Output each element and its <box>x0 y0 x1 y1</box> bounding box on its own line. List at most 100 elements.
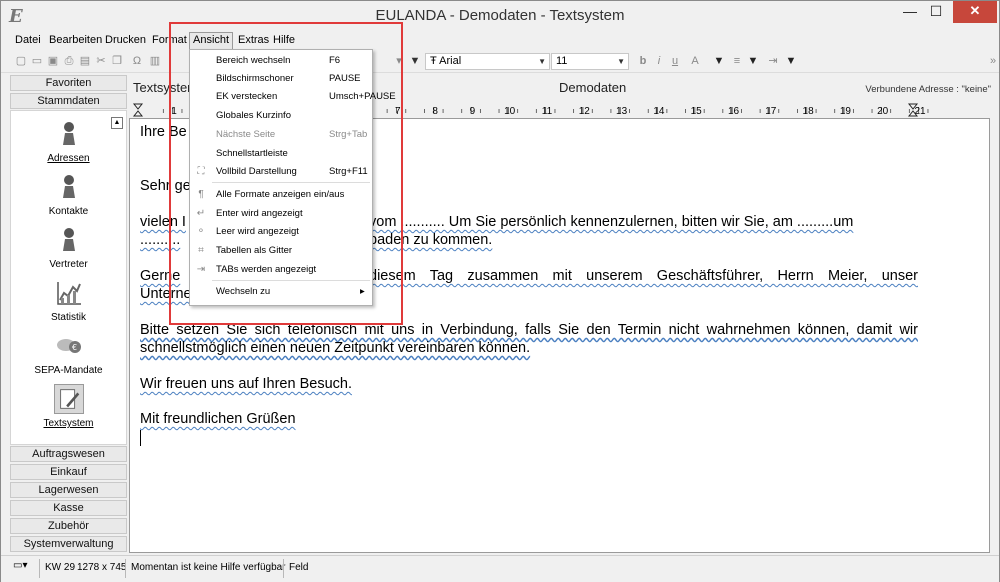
menu-datei[interactable]: Datei <box>13 34 43 46</box>
cut-icon[interactable]: ✂ <box>95 55 107 68</box>
left-margin-marker-icon[interactable] <box>132 103 144 117</box>
ruler-number: 17 <box>765 106 777 117</box>
dropdown-arrow-icon[interactable]: ▼ <box>785 55 797 68</box>
font-color-icon[interactable]: A <box>689 55 701 68</box>
text-fragment: Mit freundlichen Grüßen <box>140 411 296 427</box>
ruler-number: 11 <box>542 106 553 117</box>
group-favoriten[interactable]: Favoriten <box>10 75 127 91</box>
status-bar: ▭▾ KW 29 1278 x 745 Momentan ist keine H… <box>1 555 999 582</box>
ruler-number: 19 <box>840 106 852 117</box>
nav-kontakte-label: Kontakte <box>48 206 89 217</box>
toolbar: ▢ ▭ ▣ ⎙ ▤ ✂ ❐ Ω ▥ ▾ ▼ Ŧ Arial ▼ 11 ▼ b i… <box>1 51 999 73</box>
text-paragraph: Bitte setzen Sie sich telefonisch mit un… <box>140 322 918 356</box>
highlight-box <box>169 22 403 325</box>
status-separator <box>283 559 284 578</box>
menu-bearbeiten[interactable]: Bearbeiten <box>47 34 104 46</box>
ruler-number: 8 <box>432 106 438 117</box>
align-dropdown-icon[interactable]: ▼ <box>713 55 725 68</box>
nav-sepa-mandate-label: SEPA-Mandate <box>34 365 103 376</box>
chess-pawn-icon <box>62 175 75 198</box>
ruler-number: 15 <box>691 106 703 117</box>
close-button[interactable]: ✕ <box>953 1 997 23</box>
text-paragraph: Wir freuen uns auf Ihren Besuch. <box>140 375 918 393</box>
nav-statistik-label: Statistik <box>50 312 86 323</box>
preview-icon[interactable]: ▤ <box>79 55 91 68</box>
svg-text:€: € <box>72 343 77 352</box>
group-auftragswesen[interactable]: Auftragswesen <box>10 446 127 462</box>
title-bar: E EULANDA - Demodaten - Textsystem — ☐ ✕ <box>1 1 999 31</box>
chess-pawn-icon <box>62 122 75 145</box>
font-name-select[interactable]: Ŧ Arial ▼ <box>425 53 550 70</box>
ruler-number: 9 <box>470 106 476 117</box>
text-paragraph: Mit freundlichen Grüßen <box>140 410 918 428</box>
text-fragment: diesem Tag zusammen mit unserem Geschäft… <box>369 268 918 284</box>
ruler-number: 20 <box>877 106 889 117</box>
nav-kontakte[interactable]: Kontakte <box>11 172 126 217</box>
nav-statistik[interactable]: Statistik <box>11 278 126 323</box>
vertical-scrollbar[interactable] <box>990 103 999 553</box>
chart-icon <box>56 282 81 305</box>
ruler-number: 18 <box>803 106 815 117</box>
sepa-coin-icon: € <box>56 339 81 353</box>
ruler-number: 12 <box>579 106 591 117</box>
menu-drucken[interactable]: Drucken <box>103 34 148 46</box>
chevron-down-icon: ▼ <box>617 57 625 66</box>
copy-icon[interactable]: ❐ <box>111 55 123 68</box>
toolbar-overflow-icon[interactable]: » <box>987 55 999 68</box>
group-systemverwaltung[interactable]: Systemverwaltung <box>10 536 127 552</box>
save-icon[interactable]: ▣ <box>47 55 59 68</box>
application-window: E EULANDA - Demodaten - Textsystem — ☐ ✕… <box>0 0 1000 582</box>
underline-icon[interactable]: u <box>669 55 681 68</box>
help-status: Momentan ist keine Hilfe verfügbar <box>131 562 286 573</box>
font-type-icon: Ŧ <box>430 55 440 67</box>
bold-icon[interactable]: b <box>637 55 649 68</box>
dropdown-arrow-icon[interactable]: ▼ <box>409 55 421 68</box>
symbol-icon[interactable]: Ω <box>131 55 143 68</box>
group-stammdaten[interactable]: Stammdaten <box>10 93 127 109</box>
screen-resolution: 1278 x 745 <box>77 562 127 573</box>
pen-document-icon <box>53 384 84 414</box>
group-zubehoer[interactable]: Zubehör <box>10 518 127 534</box>
print-icon[interactable]: ⎙ <box>63 55 75 68</box>
maximize-button[interactable]: ☐ <box>921 1 951 23</box>
nav-vertreter[interactable]: Vertreter <box>11 225 126 270</box>
group-einkauf[interactable]: Einkauf <box>10 464 127 480</box>
nav-sepa-mandate[interactable]: € SEPA-Mandate <box>11 331 126 376</box>
stammdaten-panel: ▲ Adressen Kontakte Vertreter Statistik … <box>10 110 127 445</box>
font-size-select[interactable]: 11 ▼ <box>551 53 629 70</box>
connected-address: Verbundene Adresse : "keine" <box>865 84 991 95</box>
text-fragment: baden zu kommen. <box>369 232 493 248</box>
status-separator <box>39 559 40 578</box>
menu-bar: Datei Bearbeiten Drucken Format Ansicht … <box>1 32 999 50</box>
status-separator <box>125 559 126 578</box>
window-title: EULANDA - Demodaten - Textsystem <box>375 7 625 24</box>
chevron-down-icon: ▼ <box>538 57 546 66</box>
indent-icon[interactable]: ⇥ <box>767 55 779 68</box>
text-fragment: vom ........... Um Sie persönlich kennen… <box>369 214 854 230</box>
ruler-number: 13 <box>616 106 628 117</box>
nav-textsystem-label: Textsystem <box>43 418 94 429</box>
text-fragment: Wir freuen uns auf Ihren Besuch. <box>140 376 352 392</box>
group-kasse[interactable]: Kasse <box>10 500 127 516</box>
open-folder-icon[interactable]: ▭ <box>31 55 43 68</box>
nav-adressen-label: Adressen <box>47 153 90 164</box>
group-lagerwesen[interactable]: Lagerwesen <box>10 482 127 498</box>
calendar-week: KW 29 <box>45 562 76 573</box>
dropdown-arrow-icon[interactable]: ▼ <box>747 55 759 68</box>
sidebar: Favoriten Stammdaten ▲ Adressen Kontakte… <box>10 75 127 553</box>
font-size-value: 11 <box>556 55 568 67</box>
font-name-value: Arial <box>439 55 462 67</box>
text-caret <box>140 430 141 446</box>
nav-textsystem[interactable]: Textsystem <box>11 384 126 429</box>
layout-icon[interactable]: ▭▾ <box>13 560 27 571</box>
italic-icon[interactable]: i <box>653 55 665 68</box>
chess-pawn-icon <box>62 228 75 251</box>
field-status: Feld <box>289 562 309 573</box>
ruler-number: 16 <box>728 106 740 117</box>
nav-vertreter-label: Vertreter <box>49 259 88 270</box>
nav-adressen[interactable]: Adressen <box>11 119 126 164</box>
align-center-icon[interactable]: ≡ <box>731 55 743 68</box>
new-document-icon[interactable]: ▢ <box>15 55 27 68</box>
database-title: Demodaten <box>559 80 627 95</box>
insert-field-icon[interactable]: ▥ <box>149 55 161 68</box>
